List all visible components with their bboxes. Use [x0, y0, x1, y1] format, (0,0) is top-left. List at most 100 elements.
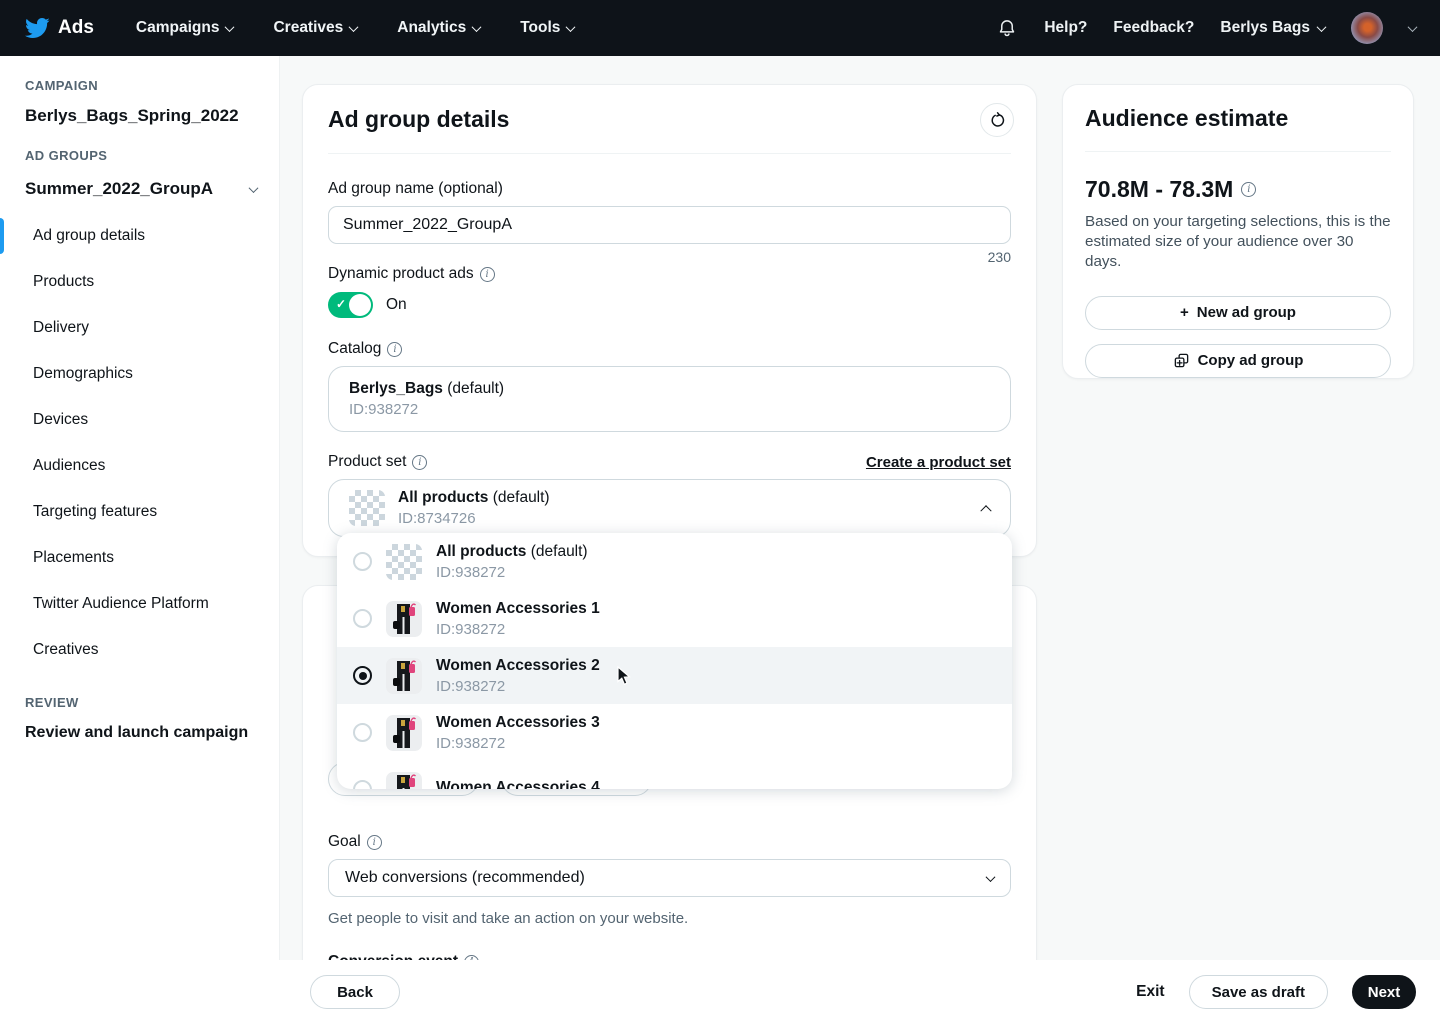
sidebar-item-targeting-features[interactable]: Targeting features: [0, 489, 279, 535]
product-photo-thumbnail: [386, 714, 422, 751]
ad-groups-section-label: AD GROUPS: [25, 148, 108, 163]
sidebar-item-products[interactable]: Products: [0, 259, 279, 305]
option-suffix: (default): [530, 542, 588, 560]
goal-label: Goal i: [328, 833, 1011, 851]
radio-unselected[interactable]: [353, 780, 372, 789]
toggle-state-label: On: [386, 296, 407, 313]
radio-unselected[interactable]: [353, 723, 372, 742]
label-text: Product set: [328, 453, 407, 470]
sidebar-item-ad-group-details[interactable]: Ad group details: [0, 213, 279, 259]
sidebar-item-audiences[interactable]: Audiences: [0, 443, 279, 489]
campaign-name[interactable]: Berlys_Bags_Spring_2022: [25, 106, 254, 126]
option-name: All products: [436, 542, 527, 560]
divider: [328, 153, 1011, 154]
plus-icon: +: [1180, 304, 1189, 322]
exit-button[interactable]: Exit: [1136, 983, 1164, 1001]
chevron-down-icon: [565, 21, 576, 32]
ad-group-details-card: Ad group details Ad group name (optional…: [302, 84, 1037, 557]
notifications-bell-icon[interactable]: [996, 17, 1018, 39]
help-link[interactable]: Help?: [1044, 19, 1087, 37]
label-text: Catalog: [328, 340, 382, 357]
catalog-label: Catalog i: [328, 340, 1011, 358]
product-set-option-women-accessories-4[interactable]: Women Accessories 4: [337, 761, 1012, 789]
button-label: Copy ad group: [1197, 352, 1304, 370]
info-icon[interactable]: i: [412, 454, 428, 470]
all-products-thumbnail: [349, 490, 385, 526]
ad-group-name: Summer_2022_GroupA: [25, 179, 214, 198]
ad-group-selector[interactable]: Summer_2022_GroupA: [25, 179, 259, 199]
save-as-draft-button[interactable]: Save as draft: [1188, 975, 1328, 1009]
feedback-link[interactable]: Feedback?: [1113, 19, 1194, 37]
radio-selected[interactable]: [353, 666, 372, 685]
nav-menu-analytics[interactable]: Analytics: [397, 19, 482, 37]
info-icon[interactable]: i: [387, 341, 403, 357]
nav-menu-label: Campaigns: [135, 19, 220, 36]
info-icon[interactable]: i: [479, 266, 495, 282]
goal-helper-text: Get people to visit and take an action o…: [328, 910, 689, 927]
sidebar-item-review-and-launch[interactable]: Review and launch campaign: [25, 724, 254, 742]
divider: [1085, 151, 1391, 152]
sidebar-item-twitter-audience-platform[interactable]: Twitter Audience Platform: [0, 581, 279, 627]
product-set-select[interactable]: All products (default) ID:8734726: [328, 479, 1011, 537]
chevron-down-icon[interactable]: [1407, 21, 1418, 32]
sidebar-item-delivery[interactable]: Delivery: [0, 305, 279, 351]
option-id: ID:938272: [436, 620, 506, 638]
nav-menu-tools[interactable]: Tools: [520, 19, 576, 37]
footer-bar: Back Exit Save as draft Next: [0, 960, 1440, 1024]
twitter-ads-app: Ads Campaigns Creatives Analytics Tools …: [0, 0, 1440, 1024]
audience-card-title: Audience estimate: [1085, 105, 1289, 131]
product-set-label: Product set i: [328, 453, 428, 471]
char-counter: 230: [987, 249, 1011, 265]
sidebar-item-demographics[interactable]: Demographics: [0, 351, 279, 397]
label-text: Goal: [328, 833, 361, 850]
next-button[interactable]: Next: [1352, 975, 1416, 1009]
back-button[interactable]: Back: [310, 975, 400, 1009]
info-icon[interactable]: i: [1241, 182, 1257, 197]
copy-ad-group-button[interactable]: Copy ad group: [1085, 343, 1391, 378]
radio-unselected[interactable]: [353, 552, 372, 571]
chevron-down-icon: [985, 871, 996, 882]
brand[interactable]: Ads: [24, 15, 94, 41]
option-id: ID:938272: [436, 677, 506, 695]
audience-estimate-description: Based on your targeting selections, this…: [1085, 213, 1391, 271]
goal-select[interactable]: Web conversions (recommended): [328, 859, 1011, 897]
nav-menu-campaigns[interactable]: Campaigns: [135, 19, 235, 37]
copy-icon: [1173, 352, 1190, 369]
ad-group-name-input[interactable]: [328, 206, 1011, 244]
option-name: Women Accessories 3: [436, 713, 600, 731]
ad-group-name-label: Ad group name (optional): [328, 180, 503, 197]
review-section-label: REVIEW: [25, 695, 79, 710]
toggle-knob: [349, 294, 371, 316]
account-menu[interactable]: Berlys Bags: [1220, 19, 1327, 37]
set-id: ID:8734726: [398, 510, 476, 527]
card-title: Ad group details: [328, 106, 510, 132]
catalog-select[interactable]: Berlys_Bags (default) ID:938272: [328, 366, 1011, 432]
sidebar-item-devices[interactable]: Devices: [0, 397, 279, 443]
create-product-set-link[interactable]: Create a product set: [866, 454, 1011, 471]
product-set-option-women-accessories-2[interactable]: Women Accessories 2 ID:938272: [337, 647, 1012, 704]
refresh-button[interactable]: [980, 103, 1014, 137]
nav-menu-label: Creatives: [273, 19, 344, 36]
product-set-option-women-accessories-1[interactable]: Women Accessories 1 ID:938272: [337, 590, 1012, 647]
option-id: ID:938272: [436, 734, 506, 752]
dynamic-product-ads-toggle[interactable]: ✓: [328, 292, 373, 318]
catalog-id: ID:938272: [349, 401, 419, 418]
product-set-option-all-products[interactable]: All products (default) ID:938272: [337, 533, 1012, 590]
avatar[interactable]: [1351, 12, 1383, 44]
label-text: Dynamic product ads: [328, 265, 474, 282]
catalog-suffix: (default): [447, 380, 505, 397]
sidebar-item-placements[interactable]: Placements: [0, 535, 279, 581]
info-icon[interactable]: i: [366, 834, 382, 850]
all-products-thumbnail: [386, 543, 422, 580]
brand-label: Ads: [58, 17, 94, 38]
chevron-up-icon: [980, 505, 992, 517]
radio-unselected[interactable]: [353, 609, 372, 628]
sidebar-item-creatives[interactable]: Creatives: [0, 627, 279, 673]
account-name: Berlys Bags: [1220, 19, 1310, 36]
option-name: Women Accessories 4: [436, 779, 600, 789]
nav-menu-creatives[interactable]: Creatives: [273, 19, 359, 37]
new-ad-group-button[interactable]: + New ad group: [1085, 295, 1391, 330]
chevron-down-icon: [248, 182, 259, 193]
product-set-option-women-accessories-3[interactable]: Women Accessories 3 ID:938272: [337, 704, 1012, 761]
check-icon: ✓: [336, 297, 347, 311]
